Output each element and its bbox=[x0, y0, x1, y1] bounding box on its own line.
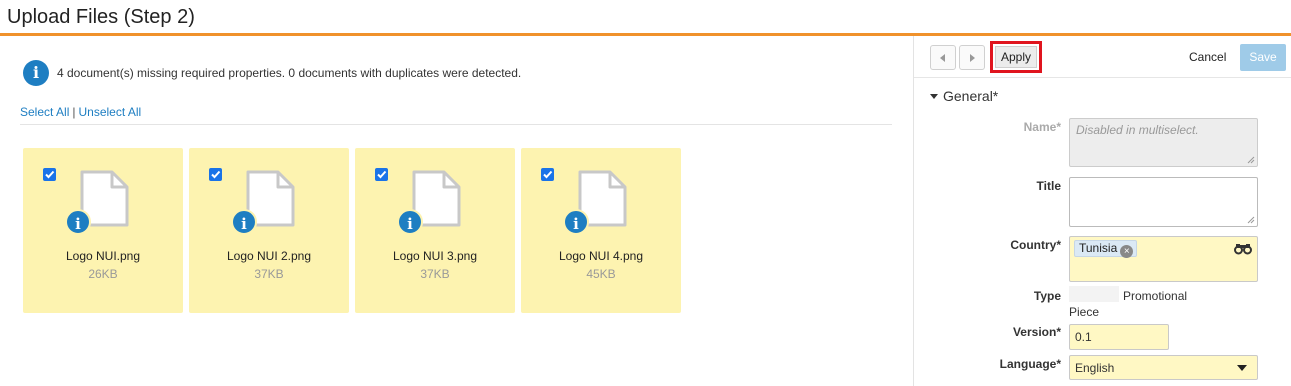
divider bbox=[20, 124, 892, 125]
country-chip-label: Tunisia bbox=[1079, 241, 1118, 255]
file-name: Logo NUI.png bbox=[65, 249, 141, 263]
blurred-value bbox=[1069, 286, 1119, 302]
apply-label: Apply bbox=[995, 46, 1037, 68]
language-label: Language* bbox=[999, 357, 1061, 371]
version-value: 0.1 bbox=[1075, 330, 1092, 344]
apply-button[interactable]: Apply bbox=[990, 41, 1042, 73]
previous-button[interactable] bbox=[930, 45, 956, 70]
file-name: Logo NUI 4.png bbox=[558, 249, 644, 263]
select-all-link[interactable]: Select All bbox=[20, 105, 69, 119]
file-size: 37KB bbox=[420, 267, 450, 281]
unselect-all-link[interactable]: Unselect All bbox=[78, 105, 141, 119]
caret-down-icon bbox=[930, 93, 938, 99]
type-label: Type bbox=[1033, 289, 1061, 303]
country-field[interactable]: Tunisia × bbox=[1069, 236, 1258, 282]
file-name: Logo NUI 3.png bbox=[392, 249, 478, 263]
country-label: Country* bbox=[1010, 238, 1061, 252]
file-card[interactable]: i Logo NUI 3.png 37KB bbox=[355, 148, 515, 313]
language-select[interactable]: English bbox=[1069, 355, 1258, 380]
resize-handle-icon bbox=[1247, 216, 1255, 224]
properties-panel: Apply Cancel Save General* Name* Disable… bbox=[914, 36, 1291, 386]
file-card[interactable]: i Logo NUI 2.png 37KB bbox=[189, 148, 349, 313]
title-field[interactable] bbox=[1069, 177, 1258, 227]
cancel-button[interactable]: Cancel bbox=[1189, 50, 1226, 64]
file-card[interactable]: i Logo NUI.png 26KB bbox=[23, 148, 183, 313]
info-icon: i bbox=[397, 209, 423, 235]
chevron-right-icon bbox=[970, 54, 975, 62]
version-label: Version* bbox=[1012, 325, 1061, 339]
chevron-down-icon bbox=[1237, 365, 1247, 371]
general-section-toggle[interactable]: General* bbox=[930, 88, 998, 104]
save-button[interactable]: Save bbox=[1240, 44, 1286, 71]
notice-message: 4 document(s) missing required propertie… bbox=[57, 66, 522, 80]
selection-links: Select All | Unselect All bbox=[20, 105, 141, 119]
page-title: Upload Files (Step 2) bbox=[7, 6, 195, 28]
country-chip[interactable]: Tunisia × bbox=[1074, 240, 1138, 258]
info-icon: i bbox=[563, 209, 589, 235]
file-checkbox[interactable] bbox=[43, 168, 56, 181]
page-header: Upload Files (Step 2) bbox=[0, 0, 1291, 36]
name-label: Name* bbox=[1023, 120, 1061, 134]
properties-toolbar: Apply Cancel Save bbox=[914, 36, 1291, 78]
language-value: English bbox=[1075, 361, 1115, 375]
file-size: 37KB bbox=[254, 267, 284, 281]
file-size: 45KB bbox=[586, 267, 616, 281]
title-label: Title bbox=[1036, 179, 1061, 193]
version-field[interactable]: 0.1 bbox=[1069, 324, 1169, 350]
remove-chip-icon[interactable]: × bbox=[1120, 245, 1134, 258]
file-card[interactable]: i Logo NUI 4.png 45KB bbox=[521, 148, 681, 313]
section-title: General* bbox=[943, 88, 999, 104]
info-icon: i bbox=[65, 209, 91, 235]
files-panel: i 4 document(s) missing required propert… bbox=[0, 36, 913, 386]
chevron-left-icon bbox=[940, 54, 945, 62]
resize-handle-icon bbox=[1247, 156, 1255, 164]
name-field: Disabled in multiselect. bbox=[1069, 118, 1258, 167]
file-checkbox[interactable] bbox=[209, 168, 222, 181]
type-value-line1: Promotional bbox=[1123, 289, 1188, 303]
file-size: 26KB bbox=[88, 267, 118, 281]
file-checkbox[interactable] bbox=[375, 168, 388, 181]
name-placeholder: Disabled in multiselect. bbox=[1076, 123, 1199, 137]
info-icon: i bbox=[231, 209, 257, 235]
info-icon: i bbox=[23, 60, 49, 86]
file-name: Logo NUI 2.png bbox=[226, 249, 312, 263]
type-value-line2: Piece bbox=[1069, 305, 1100, 319]
next-button[interactable] bbox=[959, 45, 985, 70]
file-checkbox[interactable] bbox=[541, 168, 554, 181]
binoculars-icon[interactable] bbox=[1234, 243, 1252, 255]
